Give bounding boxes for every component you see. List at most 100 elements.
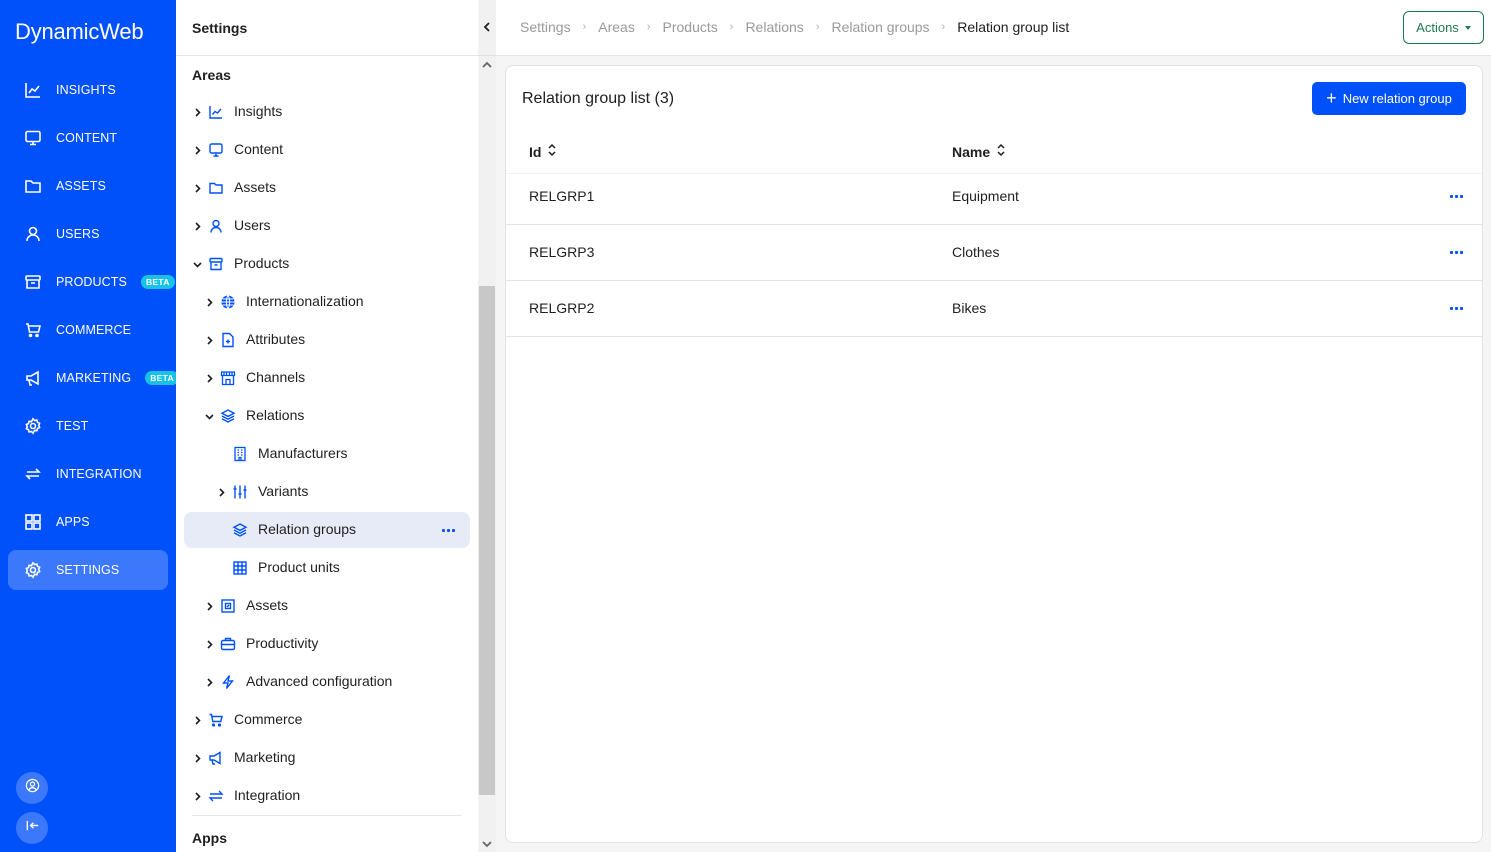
table-row[interactable]: RELGRP3 Clothes	[506, 225, 1482, 281]
scroll-down-button[interactable]	[478, 836, 496, 852]
sort-icon	[996, 143, 1006, 160]
nav-item-label: USERS	[56, 227, 100, 241]
chevron-right-icon[interactable]	[192, 107, 202, 117]
breadcrumb-separator-icon: ›	[646, 21, 651, 33]
chart-line-icon	[208, 104, 224, 120]
breadcrumb-link[interactable]: Products	[663, 19, 718, 35]
chevron-up-icon	[482, 55, 492, 73]
chevron-right-icon[interactable]	[192, 221, 202, 231]
chevron-down-icon[interactable]	[192, 259, 202, 269]
tree-item-products[interactable]: Products	[184, 246, 470, 282]
tree-item-attributes[interactable]: Attributes	[184, 322, 470, 358]
nav-item-assets[interactable]: ASSETS	[8, 166, 168, 206]
tree-item-users[interactable]: Users	[184, 208, 470, 244]
nav-item-commerce[interactable]: COMMERCE	[8, 310, 168, 350]
tree-item-marketing[interactable]: Marketing	[184, 740, 470, 776]
tree-item-label: Integration	[234, 787, 301, 803]
tree-item-content[interactable]: Content	[184, 132, 470, 168]
new-relation-group-button[interactable]: + New relation group	[1312, 82, 1466, 115]
nav-item-apps[interactable]: APPS	[8, 502, 168, 542]
chevron-right-icon[interactable]	[216, 487, 226, 497]
tree-item-productivity[interactable]: Productivity	[184, 626, 470, 662]
chevron-right-icon[interactable]	[192, 715, 202, 725]
scrollbar-thumb[interactable]	[479, 286, 495, 795]
tree-header: Settings	[176, 0, 478, 56]
breadcrumb-link[interactable]: Relation groups	[831, 19, 929, 35]
tree-item-advanced-configuration[interactable]: Advanced configuration	[184, 664, 470, 700]
tree-item-label: Content	[234, 141, 284, 157]
nav-item-label: ASSETS	[56, 179, 106, 193]
tree-item-product-units[interactable]: Product units	[184, 550, 470, 586]
tree-item-manufacturers[interactable]: Manufacturers	[184, 436, 470, 472]
storefront-icon	[220, 370, 236, 386]
nav-item-label: INTEGRATION	[56, 467, 142, 481]
breadcrumb-separator-icon: ›	[815, 21, 820, 33]
tree-item-relation-groups[interactable]: Relation groups	[184, 512, 470, 548]
chevron-right-icon[interactable]	[192, 183, 202, 193]
settings-tree-panel: Settings Areas Insights Content Assets User…	[176, 0, 478, 852]
column-label: Id	[529, 143, 542, 160]
column-header-id[interactable]: Id	[529, 143, 557, 160]
folder-icon	[24, 177, 42, 195]
areas-section-title: Areas	[192, 67, 231, 83]
chevron-right-icon[interactable]	[204, 335, 214, 345]
nav-item-products[interactable]: PRODUCTS BETA	[8, 262, 175, 302]
column-header-name[interactable]: Name	[952, 143, 1006, 160]
column-label: Name	[952, 143, 991, 160]
megaphone-icon	[24, 369, 42, 387]
tree-item-integration[interactable]: Integration	[184, 778, 470, 814]
more-options-icon[interactable]	[1450, 247, 1464, 257]
tree-item-variants[interactable]: Variants	[184, 474, 470, 510]
more-options-icon[interactable]	[1450, 191, 1464, 201]
breadcrumb-link[interactable]: Areas	[598, 19, 635, 35]
collapse-left-icon	[25, 818, 40, 838]
monitor-icon	[24, 129, 42, 147]
top-bar: Settings › Areas › Products › Relations › Relati…	[496, 0, 1491, 56]
table-grid-icon	[232, 560, 248, 576]
tree-item-label: Variants	[258, 483, 309, 499]
table-row[interactable]: RELGRP1 Equipment	[506, 169, 1482, 225]
chevron-right-icon[interactable]	[204, 677, 214, 687]
beta-badge: BETA	[145, 371, 179, 385]
actions-dropdown-button[interactable]: Actions	[1403, 11, 1484, 44]
chevron-right-icon[interactable]	[192, 753, 202, 763]
chevron-down-icon[interactable]	[204, 411, 214, 421]
nav-item-users[interactable]: USERS	[8, 214, 168, 254]
breadcrumb-link[interactable]: Settings	[520, 19, 571, 35]
main-navigation: DynamicWeb INSIGHTS CONTENT ASSETS USERS…	[0, 0, 179, 852]
nav-item-test[interactable]: TEST	[8, 406, 168, 446]
breadcrumb-link[interactable]: Relations	[745, 19, 803, 35]
more-options-icon[interactable]	[1450, 303, 1464, 313]
chevron-right-icon[interactable]	[192, 791, 202, 801]
chevron-right-icon[interactable]	[204, 639, 214, 649]
breadcrumb-separator-icon: ›	[729, 21, 734, 33]
cell-name: Equipment	[952, 188, 1019, 204]
tree-item-assets[interactable]: Assets	[184, 588, 470, 624]
tree-item-label: Assets	[246, 597, 289, 613]
collapse-sidebar-button[interactable]	[16, 812, 48, 844]
nav-item-content[interactable]: CONTENT	[8, 118, 168, 158]
cart-icon	[24, 321, 42, 339]
tree-item-internationalization[interactable]: Internationalization	[184, 284, 470, 320]
tree-item-relations[interactable]: Relations	[184, 398, 470, 434]
chevron-right-icon[interactable]	[192, 145, 202, 155]
nav-item-marketing[interactable]: MARKETING BETA	[8, 358, 179, 398]
archive-box-icon	[24, 273, 42, 291]
tree-scrollbar[interactable]	[478, 0, 496, 852]
more-options-icon[interactable]	[442, 523, 458, 537]
tree-item-assets[interactable]: Assets	[184, 170, 470, 206]
chevron-right-icon[interactable]	[204, 373, 214, 383]
nav-item-settings[interactable]: SETTINGS	[8, 550, 168, 590]
tree-item-insights[interactable]: Insights	[184, 94, 470, 130]
table-row[interactable]: RELGRP2 Bikes	[506, 281, 1482, 337]
profile-button[interactable]	[16, 772, 48, 804]
chevron-right-icon[interactable]	[204, 297, 214, 307]
tree-item-channels[interactable]: Channels	[184, 360, 470, 396]
chevron-right-icon[interactable]	[204, 601, 214, 611]
nav-item-insights[interactable]: INSIGHTS	[8, 70, 168, 110]
tree-item-commerce[interactable]: Commerce	[184, 702, 470, 738]
chevron-left-icon	[483, 19, 491, 37]
collapse-panel-button[interactable]	[478, 0, 496, 56]
nav-item-integration[interactable]: INTEGRATION	[8, 454, 168, 494]
scroll-up-button[interactable]	[478, 56, 496, 72]
